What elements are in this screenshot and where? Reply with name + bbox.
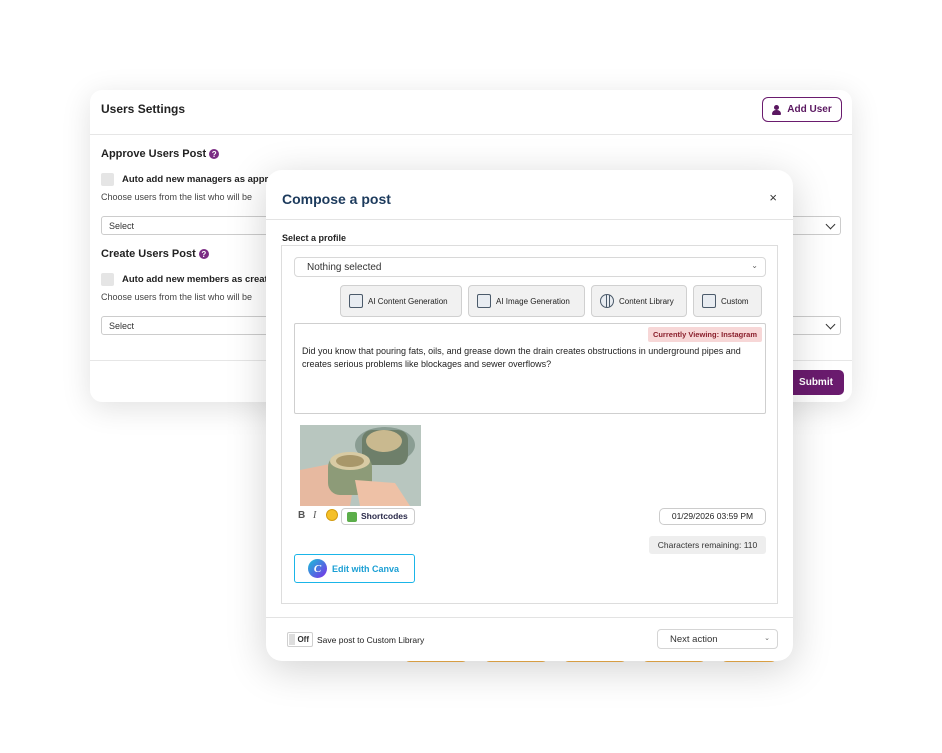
create-section-title: Create Users Post ? xyxy=(101,248,209,260)
content-library-button[interactable]: Content Library xyxy=(591,285,687,317)
tool-label: AI Image Generation xyxy=(496,296,570,306)
shortcodes-button[interactable]: Shortcodes xyxy=(341,508,415,525)
add-user-button[interactable]: Add User xyxy=(762,97,842,122)
chevron-down-icon xyxy=(825,219,836,230)
profile-label: Select a profile xyxy=(282,233,347,243)
save-library-label: Save post to Custom Library xyxy=(317,635,425,645)
post-text: Did you know that pouring fats, oils, an… xyxy=(302,346,741,369)
canva-label: Edit with Canva xyxy=(332,563,400,574)
create-hint: Choose users from the list who will be xyxy=(101,292,253,302)
ai-image-generation-button[interactable]: AI Image Generation xyxy=(468,285,585,317)
settings-header: Users Settings Add User xyxy=(90,90,852,135)
caret-down-icon: ⌄ xyxy=(751,261,758,270)
compose-footer: Off Save post to Custom Library Next act… xyxy=(266,617,793,661)
approve-hint: Choose users from the list who will be xyxy=(101,192,253,202)
ai-content-generation-button[interactable]: AI Content Generation xyxy=(340,285,462,317)
schedule-datetime[interactable]: 01/29/2026 03:59 PM xyxy=(659,508,766,525)
create-auto-add-label: Auto add new members as creat xyxy=(122,274,268,285)
shortcodes-label: Shortcodes xyxy=(361,511,408,521)
user-icon xyxy=(772,104,782,115)
characters-remaining: Characters remaining: 110 xyxy=(649,536,766,554)
compose-modal: Compose a post × Select a profile Nothin… xyxy=(266,170,793,661)
currently-viewing-badge: Currently Viewing: Instagram xyxy=(647,327,762,342)
create-select-text: Select xyxy=(109,321,135,331)
caret-down-icon: ⌄ xyxy=(764,635,770,642)
help-icon[interactable]: ? xyxy=(198,249,209,259)
settings-title: Users Settings xyxy=(101,102,186,116)
ai-content-icon xyxy=(349,294,363,308)
approve-auto-add-checkbox[interactable] xyxy=(101,173,114,186)
tool-label: Custom xyxy=(721,296,749,306)
compose-header: Compose a post × xyxy=(266,170,793,220)
approve-select-text: Select xyxy=(109,221,135,231)
ai-image-icon xyxy=(477,294,491,308)
globe-icon xyxy=(600,294,614,308)
post-image[interactable] xyxy=(300,425,421,506)
folder-icon xyxy=(702,294,716,308)
jar-grease-photo xyxy=(300,425,421,506)
help-icon[interactable]: ? xyxy=(209,149,220,159)
compose-title: Compose a post xyxy=(282,191,391,207)
profile-select[interactable]: Nothing selected ⌄ xyxy=(294,257,766,277)
tool-label: AI Content Generation xyxy=(368,296,448,306)
approve-title-text: Approve Users Post xyxy=(101,148,207,160)
create-auto-add-checkbox[interactable] xyxy=(101,273,114,286)
profile-select-value: Nothing selected xyxy=(307,262,382,273)
chevron-down-icon xyxy=(825,319,836,330)
approve-section-title: Approve Users Post ? xyxy=(101,148,220,160)
submit-button[interactable]: Submit xyxy=(788,370,844,395)
next-action-value: Next action xyxy=(670,634,718,645)
puzzle-icon xyxy=(347,512,357,522)
save-library-toggle[interactable]: Off xyxy=(287,632,313,647)
canva-icon: C xyxy=(308,559,327,578)
close-icon[interactable]: × xyxy=(769,190,777,205)
edit-with-canva-button[interactable]: C Edit with Canva xyxy=(294,554,415,583)
create-title-text: Create Users Post xyxy=(101,248,196,260)
tool-label: Content Library xyxy=(619,296,674,306)
approve-auto-add-label: Auto add new managers as appro xyxy=(122,174,275,185)
next-action-select[interactable]: Next action ⌄ xyxy=(657,629,778,649)
bold-button[interactable]: B xyxy=(298,510,305,521)
add-user-label: Add User xyxy=(787,104,832,115)
custom-button[interactable]: Custom xyxy=(693,285,762,317)
italic-button[interactable]: I xyxy=(313,510,316,521)
emoji-icon[interactable] xyxy=(326,509,338,521)
composer-box: Nothing selected ⌄ AI Content Generation… xyxy=(281,245,778,604)
post-text-area[interactable]: Currently Viewing: Instagram Did you kno… xyxy=(294,323,766,414)
